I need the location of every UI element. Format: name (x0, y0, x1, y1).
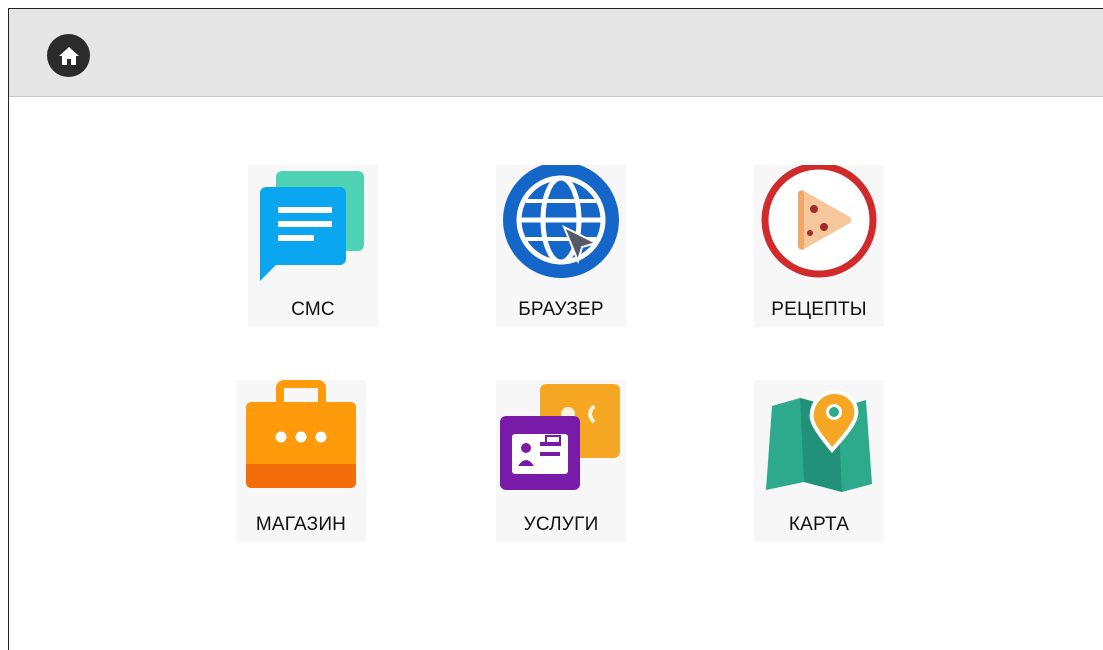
pizza-icon (761, 165, 877, 278)
app-label-shop: МАГАЗИН (255, 514, 347, 535)
home-button[interactable] (47, 34, 90, 77)
app-tile-sms[interactable]: СМС (248, 165, 378, 327)
app-launcher-screen: СМС БРАУЗЕР РЕЦЕПТЫ МАГАЗИН УСЛУГИ КАРТА (8, 8, 1103, 650)
map-pin-icon (766, 389, 872, 492)
top-bar (9, 9, 1103, 97)
home-icon (58, 46, 79, 65)
app-tile-shop[interactable]: МАГАЗИН (236, 380, 366, 542)
app-label-sms: СМС (291, 299, 335, 320)
shopping-bag-icon (246, 380, 356, 488)
sms-icon (260, 171, 364, 281)
app-label-recipes: РЕЦЕПТЫ (771, 299, 867, 320)
app-label-browser: БРАУЗЕР (518, 299, 604, 320)
app-label-map: КАРТА (788, 514, 850, 535)
app-tile-recipes[interactable]: РЕЦЕПТЫ (754, 165, 884, 327)
globe-cursor-icon (503, 165, 619, 278)
app-tile-map[interactable]: КАРТА (754, 380, 884, 542)
app-tile-services[interactable]: УСЛУГИ (496, 380, 626, 542)
contact-cards-icon (500, 384, 620, 490)
app-label-services: УСЛУГИ (523, 514, 599, 535)
app-tile-browser[interactable]: БРАУЗЕР (496, 165, 626, 327)
